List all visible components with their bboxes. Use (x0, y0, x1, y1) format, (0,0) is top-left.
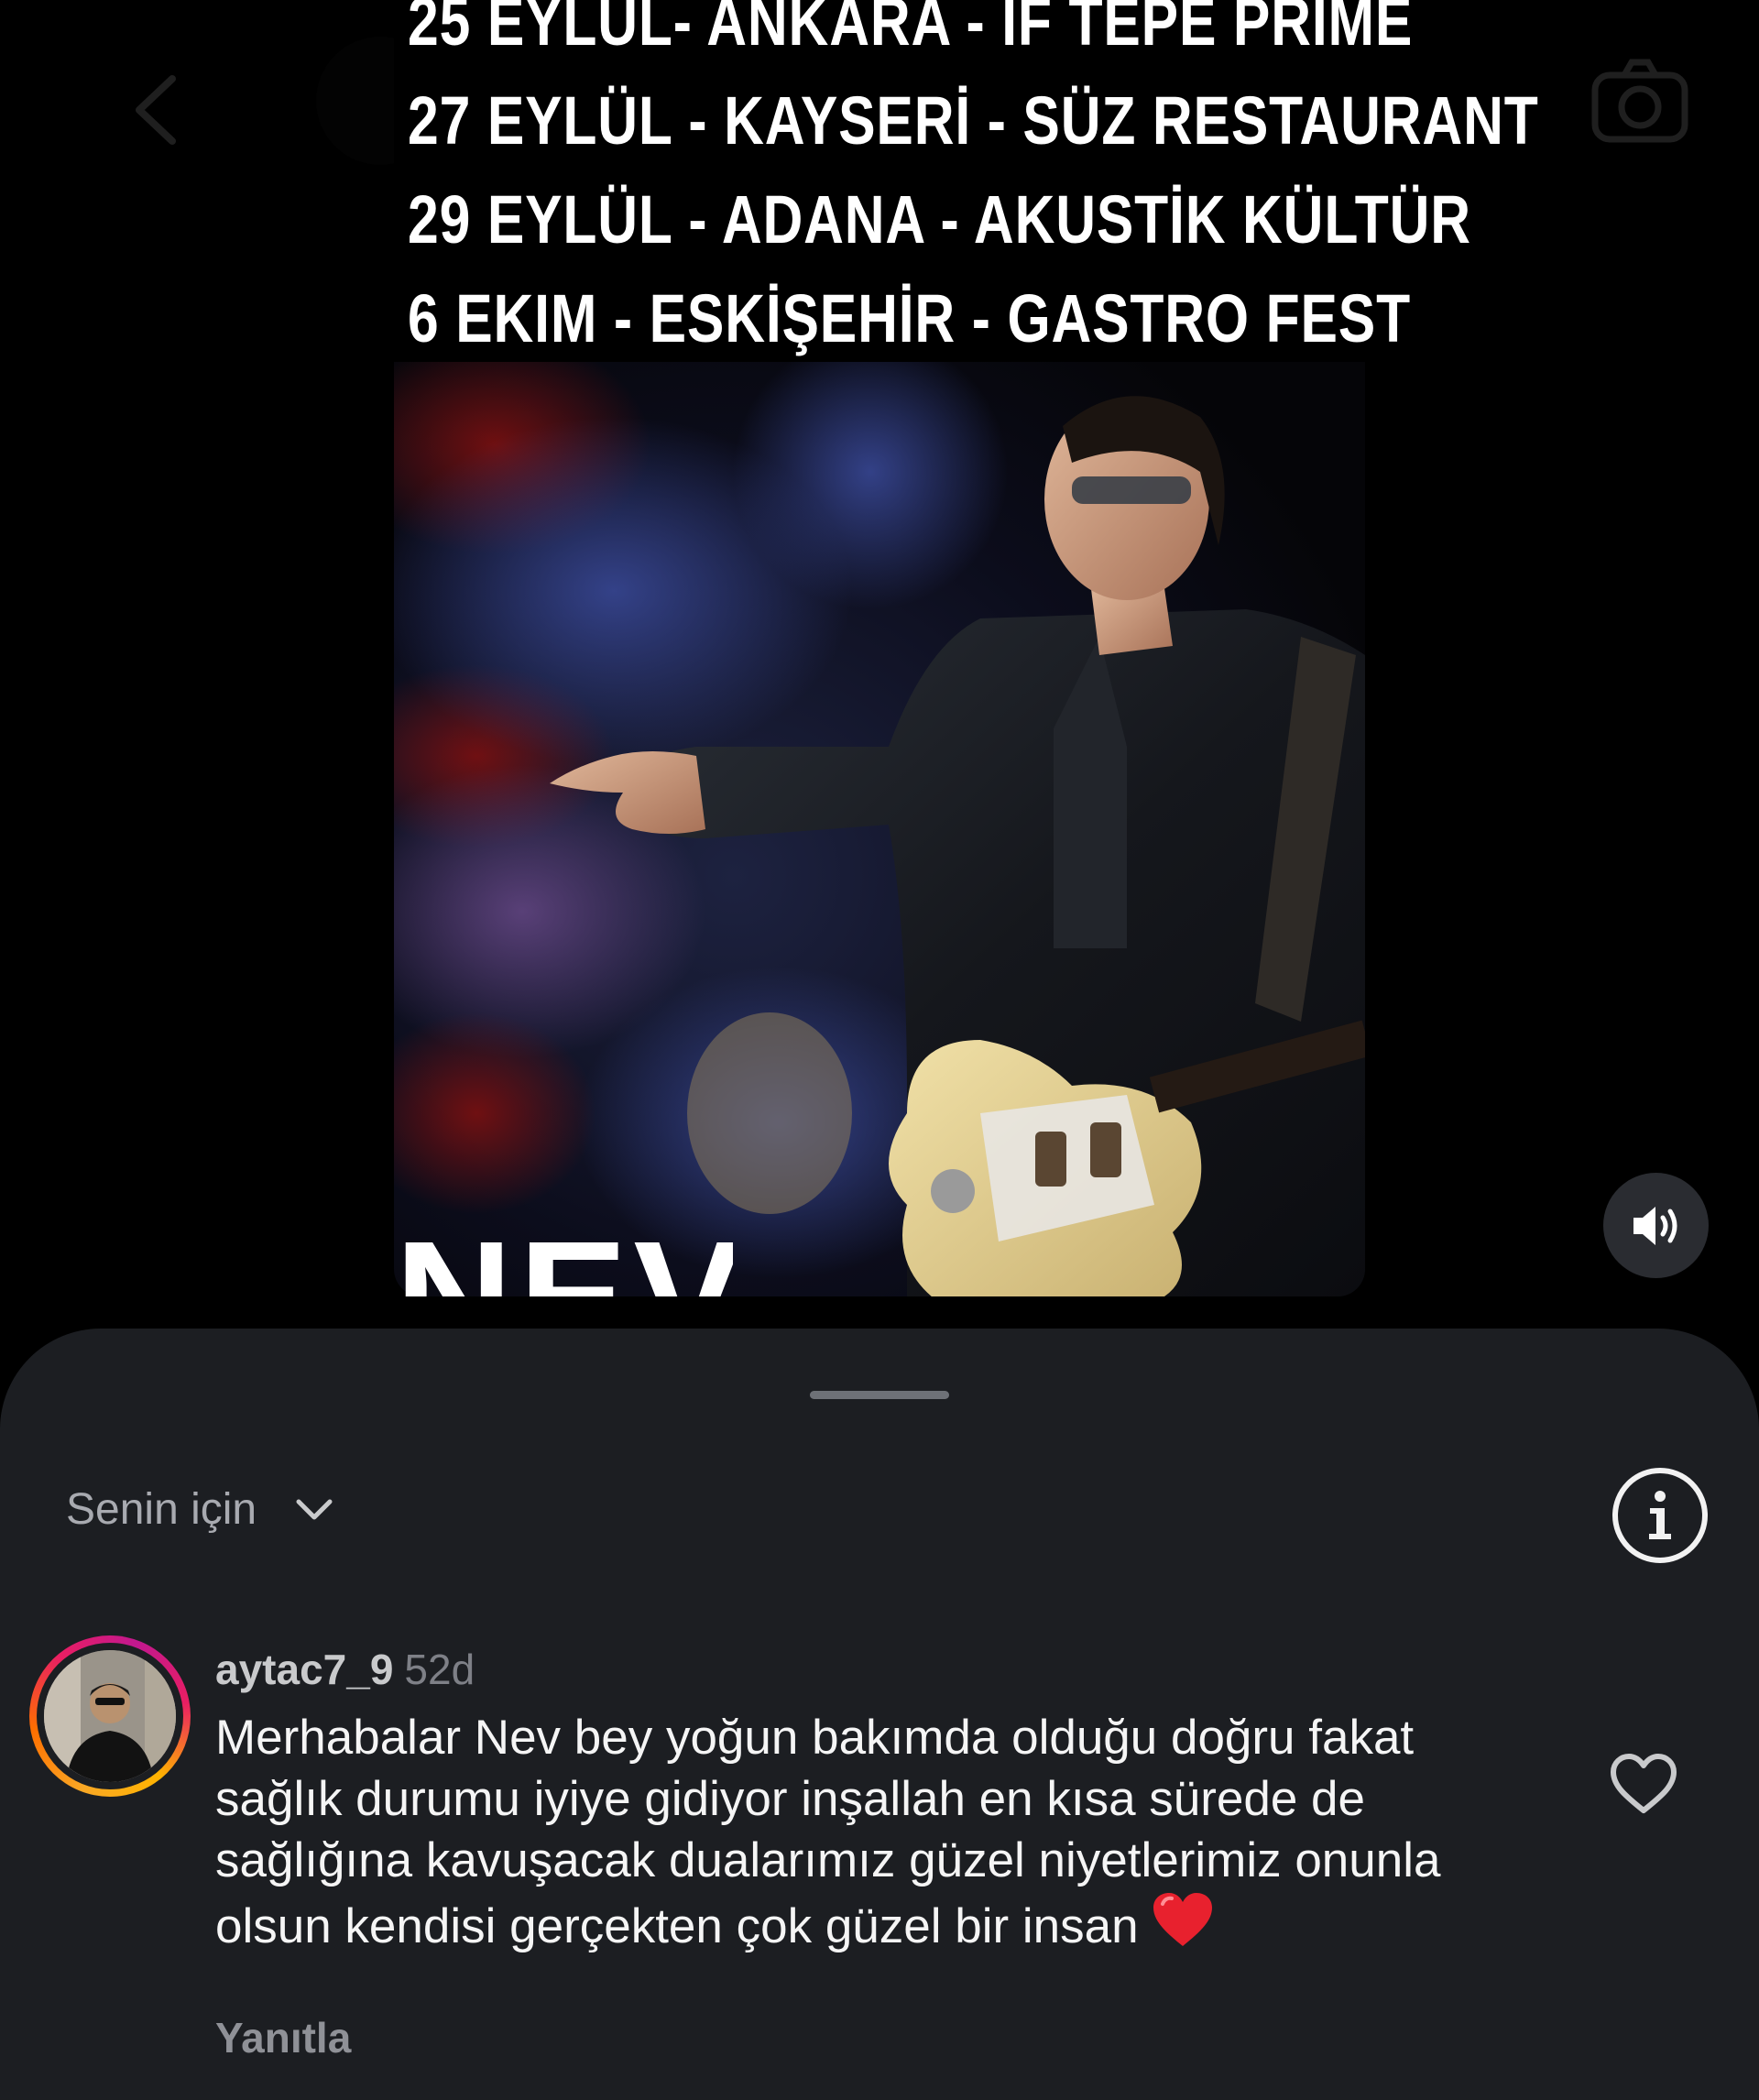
comment-body: Merhabalar Nev bey yoğun bakımda olduğu … (215, 1707, 1498, 1957)
comment-filter-dropdown[interactable]: Senin için (66, 1484, 335, 1535)
comment-timestamp: 52d (404, 1646, 475, 1693)
brand-logo-text: NEV (403, 1209, 733, 1296)
artist-photo (394, 362, 1365, 1296)
concert-date-line: 25 EYLÜL- ANKARA - IF TEPE PRIME (408, 0, 1414, 60)
concert-date-line: 6 EKIM - ESKİŞEHİR - GASTRO FEST (408, 280, 1411, 356)
concert-dates: 25 EYLÜL- ANKARA - IF TEPE PRIME 27 EYLÜ… (408, 0, 1539, 368)
comments-sheet: Senin için aytac7_9 52d Merhabalar Nev b… (0, 1329, 1759, 2100)
comment-header: aytac7_9 52d (215, 1645, 475, 1694)
heart-outline-icon[interactable] (1609, 1752, 1678, 1816)
comment-text: Merhabalar Nev bey yoğun bakımda olduğu … (215, 1711, 1441, 1953)
reply-button[interactable]: Yanıtla (215, 2013, 351, 2062)
filter-label: Senin için (66, 1485, 257, 1534)
comment-username[interactable]: aytac7_9 (215, 1646, 393, 1693)
chevron-down-icon (296, 1499, 333, 1519)
speaker-on-icon (1633, 1206, 1677, 1245)
concert-date-line: 27 EYLÜL - KAYSERİ - SÜZ RESTAURANT (408, 82, 1539, 159)
comment-item: aytac7_9 52d Merhabalar Nev bey yoğun bak… (0, 1635, 1759, 2100)
concert-date-line: 29 EYLÜL - ADANA - AKUSTİK KÜLTÜR (408, 181, 1471, 257)
camera-icon[interactable] (1590, 55, 1690, 147)
story-screen: 25 EYLÜL- ANKARA - IF TEPE PRIME 27 EYLÜ… (0, 0, 1759, 2100)
brand-logo: NEV (403, 1200, 733, 1296)
chevron-left-icon[interactable] (128, 73, 183, 147)
sound-toggle-button[interactable] (1603, 1173, 1709, 1278)
info-button[interactable] (1612, 1468, 1708, 1563)
avatar-story-ring[interactable] (29, 1635, 191, 1797)
sheet-grabber[interactable] (810, 1391, 949, 1399)
info-icon (1649, 1491, 1671, 1539)
red-heart-emoji (1153, 1893, 1212, 1946)
avatar (44, 1650, 176, 1782)
